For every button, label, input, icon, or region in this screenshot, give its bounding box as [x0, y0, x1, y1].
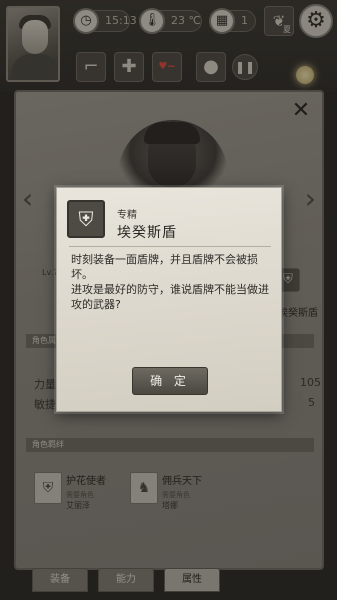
confirm-button[interactable]: 确 定 [132, 367, 208, 395]
skill-name: 埃癸斯盾 [117, 225, 177, 241]
skill-description-line-1: 时刻装备一面盾牌，并且盾牌不会被损坏。 [71, 253, 258, 281]
skill-detail-dialog: ⛨ 专精 埃癸斯盾 时刻装备一面盾牌，并且盾牌不会被损坏。 进攻是最好的防守，谁… [56, 187, 282, 412]
shield-icon: ⛨ [67, 200, 105, 238]
skill-description: 时刻装备一面盾牌，并且盾牌不会被损坏。 进攻是最好的防守，谁说盾牌不能当做进攻的… [71, 252, 271, 312]
skill-type: 专精 [117, 210, 137, 221]
divider [69, 246, 271, 247]
skill-description-line-2: 进攻是最好的防守，谁说盾牌不能当做进攻的武器? [71, 283, 269, 311]
